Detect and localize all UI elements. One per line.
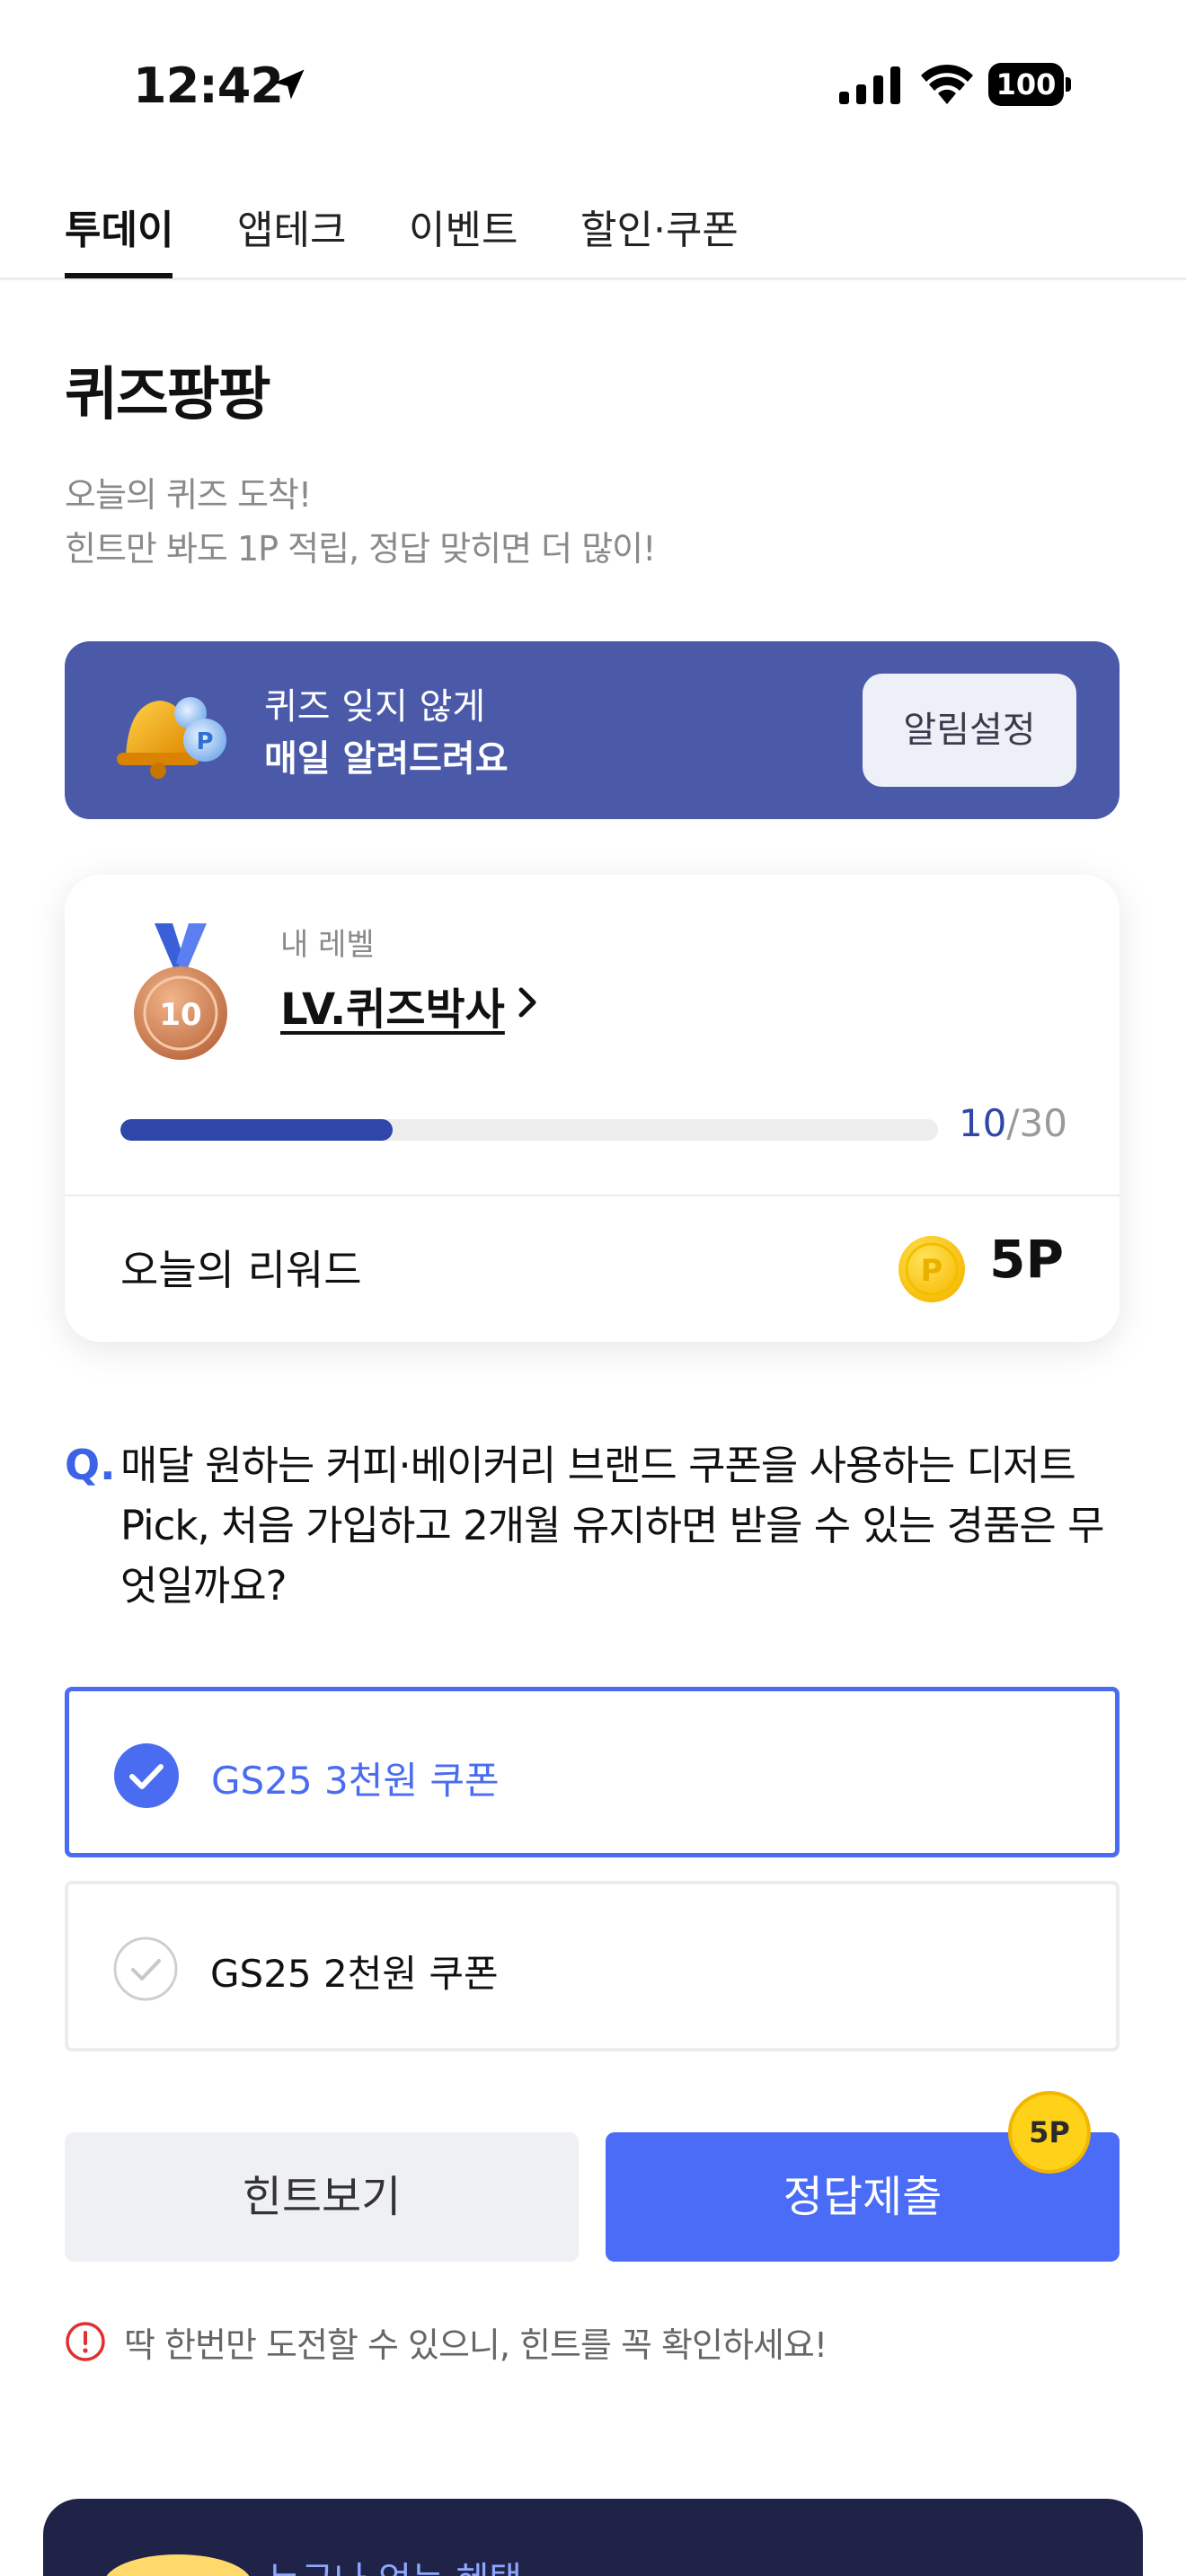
benefit-promo-card[interactable]: 누구나 얻는 혜택 xyxy=(43,2499,1143,2576)
question-text: 매달 원하는 커피·베이커리 브랜드 쿠폰을 사용하는 디저트Pick, 처음 … xyxy=(120,1442,1105,1610)
reward-value: 5P xyxy=(989,1229,1064,1290)
hint-button[interactable]: 힌트보기 xyxy=(65,2132,579,2262)
point-coin-icon: P xyxy=(898,1236,965,1302)
cellular-signal-icon xyxy=(839,66,900,104)
option-label: GS25 3천원 쿠폰 xyxy=(211,1759,500,1803)
tab-event[interactable]: 이벤트 xyxy=(409,198,518,280)
check-circle-filled-icon xyxy=(114,1743,179,1808)
tab-apptech[interactable]: 앱테크 xyxy=(237,198,346,280)
points-badge: 5P xyxy=(1008,2091,1091,2174)
answer-option-1[interactable]: GS25 3천원 쿠폰 xyxy=(65,1687,1120,1857)
page-title: 퀴즈팡팡 xyxy=(65,362,271,428)
level-progress-text: 10/30 xyxy=(959,1101,1067,1145)
promo-text: 누구나 얻는 혜택 xyxy=(268,2551,522,2576)
coin-stack-icon xyxy=(106,2554,250,2576)
banner-line1: 퀴즈 잊지 않게 xyxy=(264,686,486,728)
location-arrow-icon xyxy=(274,69,305,100)
level-progress-bar xyxy=(120,1119,938,1141)
svg-text:P: P xyxy=(921,1253,943,1289)
check-circle-outline-icon xyxy=(113,1936,178,2001)
reward-label: 오늘의 리워드 xyxy=(120,1246,362,1294)
card-divider xyxy=(65,1195,1120,1196)
battery-indicator: 100 xyxy=(988,63,1071,106)
level-caption: 내 레벨 xyxy=(280,927,375,963)
notification-banner: P 퀴즈 잊지 않게 매일 알려드려요 알림설정 xyxy=(65,641,1120,819)
medal-number: 10 xyxy=(159,997,201,1033)
option-label: GS25 2천원 쿠폰 xyxy=(210,1952,499,1996)
progress-current: 10 xyxy=(958,1101,1007,1145)
level-progress-fill xyxy=(120,1119,394,1141)
level-card: 10 내 레벨 LV.퀴즈박사 10/30 오늘의 리워드 P 5P xyxy=(65,875,1120,1342)
progress-total: /30 xyxy=(1006,1101,1067,1145)
tab-today[interactable]: 투데이 xyxy=(65,198,173,280)
chevron-right-icon[interactable] xyxy=(512,983,543,1022)
status-time: 12:42 xyxy=(133,57,284,114)
subtitle-line1: 오늘의 퀴즈 도착! xyxy=(65,475,312,515)
subtitle-line2: 힌트만 봐도 1P 적립, 정답 맞히면 더 많이! xyxy=(65,529,656,569)
banner-line2: 매일 알려드려요 xyxy=(264,738,509,780)
battery-level: 100 xyxy=(996,67,1057,101)
active-tab-indicator xyxy=(65,273,173,278)
question-mark-label: Q. xyxy=(65,1441,116,1489)
alarm-settings-button[interactable]: 알림설정 xyxy=(863,674,1076,787)
svg-text:P: P xyxy=(196,728,213,755)
level-name-link[interactable]: LV.퀴즈박사 xyxy=(280,974,505,1037)
warning-text: 딱 한번만 도전할 수 있으니, 힌트를 꼭 확인하세요! xyxy=(124,2325,828,2365)
status-bar: 12:42 100 xyxy=(0,0,1186,171)
bronze-medal-icon: 10 xyxy=(134,923,227,1060)
top-tab-bar: 투데이 앱테크 이벤트 할인·쿠폰 xyxy=(0,180,1186,280)
tab-discount-coupon[interactable]: 할인·쿠폰 xyxy=(580,198,739,280)
quiz-page: 12:42 100 투데이 앱테크 이벤트 할인·쿠폰 퀴즈팡팡 오늘의 퀴즈 … xyxy=(0,0,1186,2576)
alert-circle-icon xyxy=(66,2322,105,2361)
wifi-icon xyxy=(921,64,973,104)
bell-coin-icon: P xyxy=(117,697,226,779)
answer-option-2[interactable]: GS25 2천원 쿠폰 xyxy=(65,1881,1120,2051)
